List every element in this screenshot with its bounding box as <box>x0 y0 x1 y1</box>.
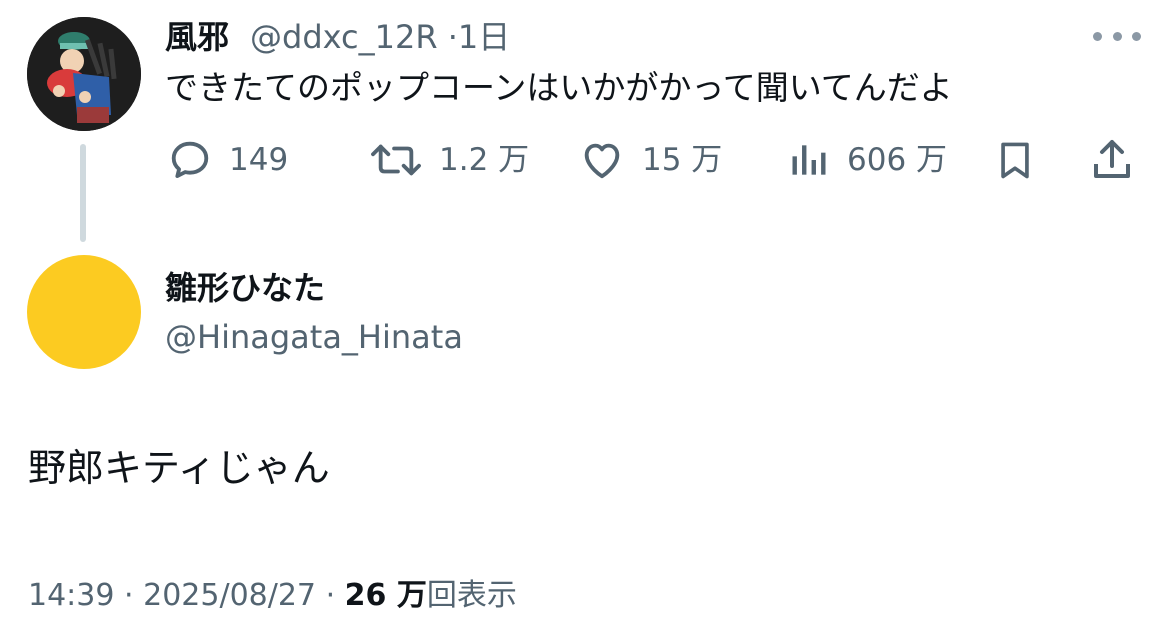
reply-icon <box>171 141 209 179</box>
reply-footer: 14:39 · 2025/08/27 · 26 万回表示 <box>28 576 517 616</box>
reply-date[interactable]: 2025/08/27 <box>143 578 316 613</box>
reply-view-count: 26 万 <box>345 578 427 613</box>
share-button[interactable] <box>1088 134 1136 186</box>
meta-separator: · <box>447 18 458 56</box>
bookmark-icon <box>1001 142 1029 179</box>
share-icon <box>1094 140 1130 178</box>
like-button[interactable]: 15 万 <box>578 134 722 186</box>
author-name[interactable]: 風邪 <box>165 17 229 57</box>
retweet-icon <box>371 144 421 176</box>
reply-text: 野郎キティじゃん <box>28 446 330 490</box>
reply-button[interactable]: 149 <box>167 134 288 186</box>
reply-author-handle[interactable]: @Hinagata_Hinata <box>165 316 463 358</box>
footer-separator-2: · <box>325 578 336 613</box>
more-icon-dot <box>1112 31 1122 41</box>
reply-time[interactable]: 14:39 <box>28 578 114 613</box>
like-count: 15 万 <box>642 142 723 178</box>
heart-icon <box>584 143 620 179</box>
author-meta: @ddxc_12R ·1日 <box>250 17 510 57</box>
views-label: 回表示 <box>426 578 517 613</box>
retweet-button[interactable]: 1.2 万 <box>369 134 529 186</box>
author-avatar[interactable] <box>27 17 141 131</box>
author-handle[interactable]: @ddxc_12R <box>250 18 438 56</box>
footer-separator: · <box>124 578 134 613</box>
view-unit: 万 <box>396 578 427 613</box>
more-icon-dot <box>1132 31 1141 41</box>
thread-connector-line <box>80 144 86 242</box>
retweet-count: 1.2 万 <box>439 142 530 178</box>
view-number: 26 <box>344 578 387 613</box>
reply-count: 149 <box>229 142 289 178</box>
reply-author-avatar[interactable] <box>27 255 141 369</box>
tweet-text: できたてのポップコーンはいかがかって聞いてんだよ <box>165 68 953 107</box>
view-count: 606 万 <box>847 142 948 178</box>
reply-author-name[interactable]: 雛形ひなた <box>165 267 325 309</box>
bookmark-button[interactable] <box>993 134 1037 186</box>
bagpiper-avatar-image <box>27 17 141 131</box>
views-icon <box>792 145 826 175</box>
more-icon <box>1093 31 1102 41</box>
more-button[interactable] <box>1093 22 1141 50</box>
views-button[interactable]: 606 万 <box>787 134 947 186</box>
tweet-time[interactable]: 1日 <box>458 18 510 56</box>
